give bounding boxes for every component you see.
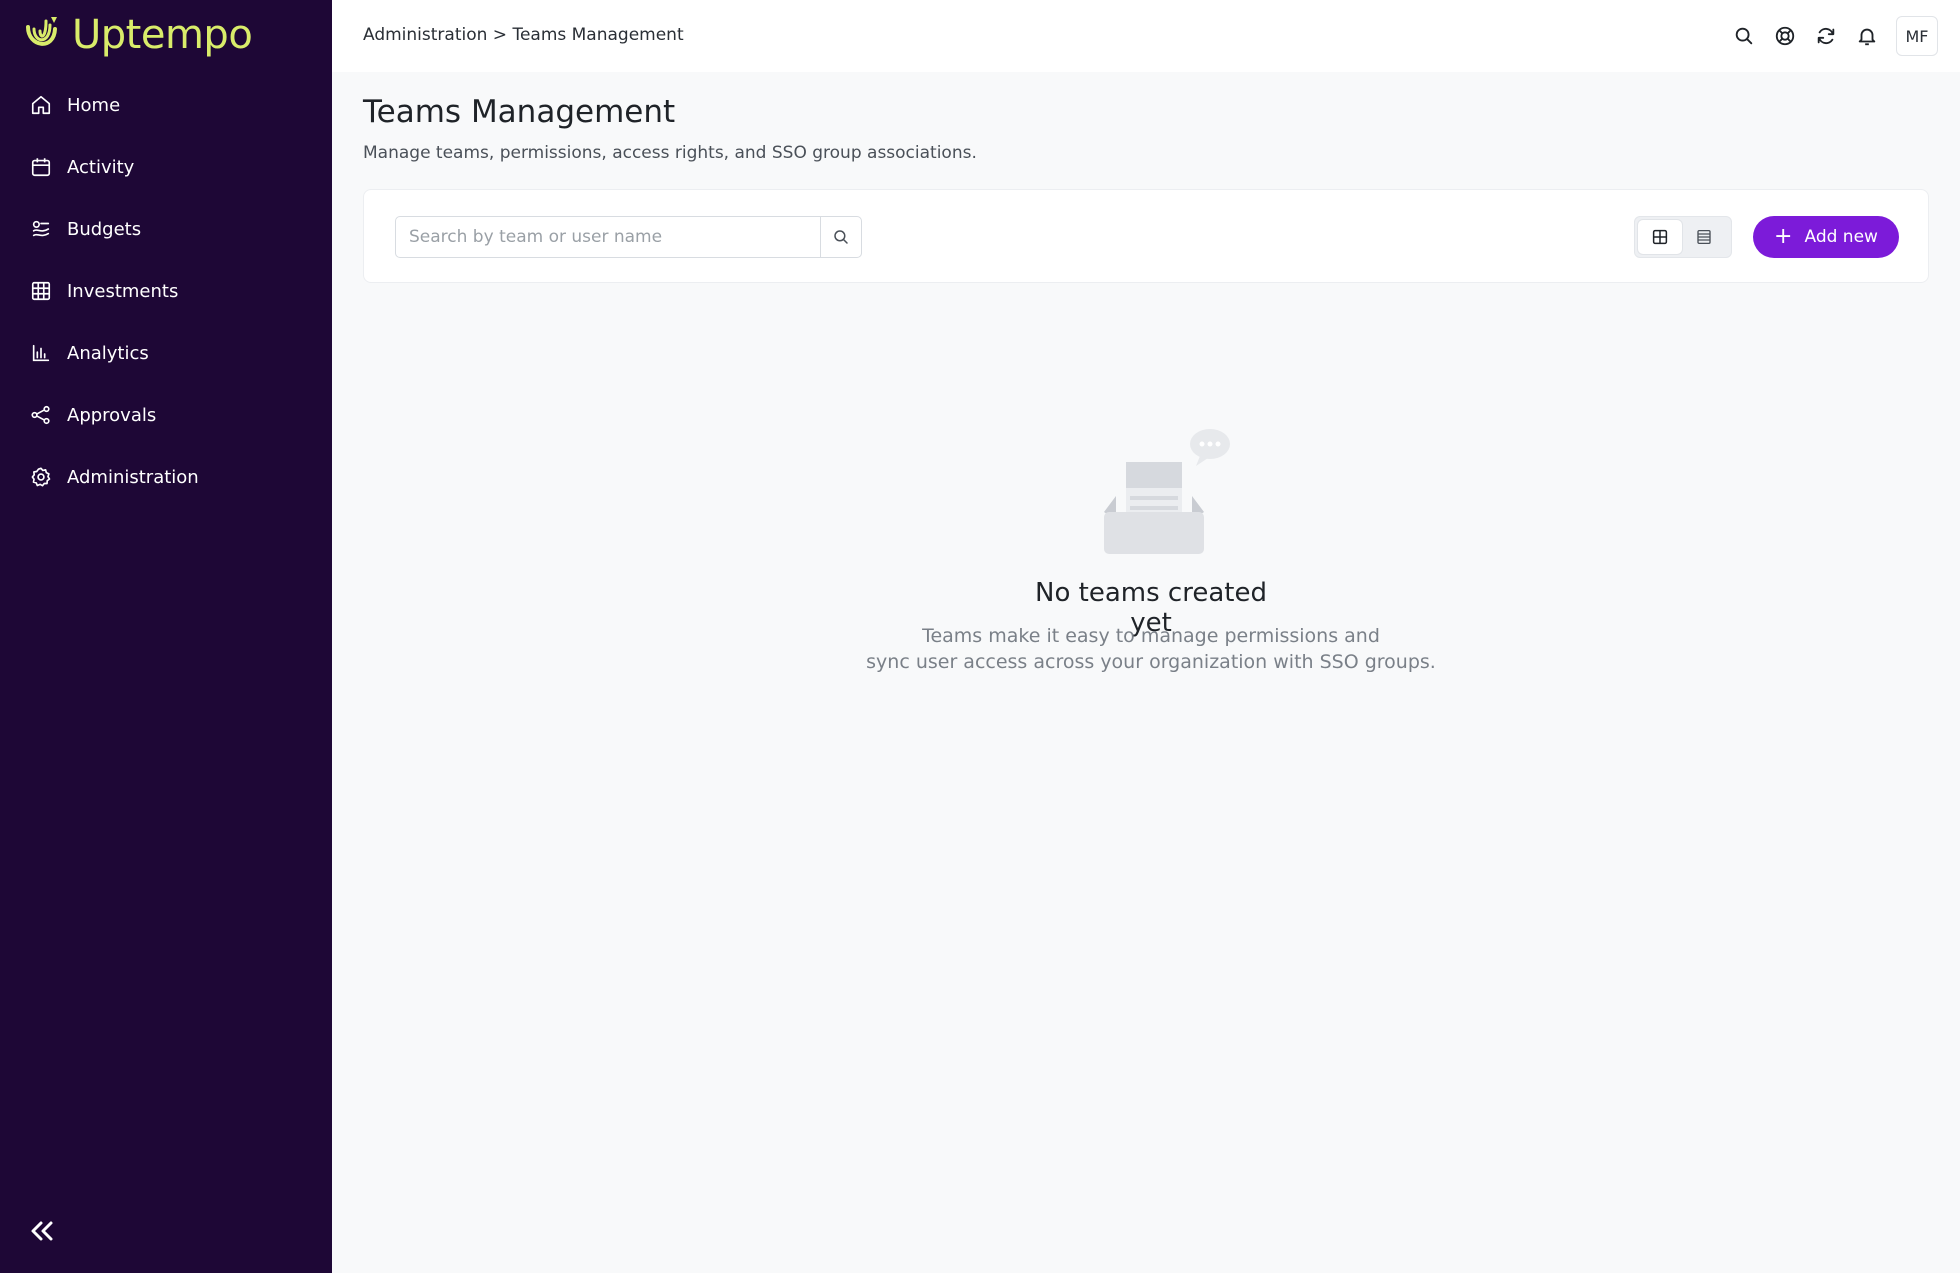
home-icon: [30, 94, 52, 116]
empty-inbox-icon: [1104, 429, 1230, 554]
search-icon: [834, 230, 848, 244]
search-icon[interactable]: [1732, 24, 1756, 48]
empty-inbox-illustration: [1096, 424, 1236, 556]
toolbar-card: + Add new: [363, 189, 1929, 283]
sidebar-item-investments[interactable]: Investments: [0, 260, 332, 322]
top-bar: Administration > Teams Management MF: [332, 0, 1960, 72]
gear-icon: [30, 466, 52, 488]
add-new-button[interactable]: + Add new: [1753, 216, 1899, 258]
header-actions: MF: [1715, 16, 1938, 56]
sidebar-item-label: Administration: [67, 466, 199, 488]
calendar-icon: [30, 156, 52, 178]
sidebar-item-budgets[interactable]: Budgets: [0, 198, 332, 260]
empty-state-text-line-1: Teams make it easy to manage permissions…: [922, 625, 1380, 647]
empty-state-text-line-2: sync user access across your organizatio…: [866, 651, 1436, 673]
uptempo-logo-icon: [26, 17, 57, 46]
brand-name: Uptempo: [72, 12, 253, 58]
sidebar-item-home[interactable]: Home: [0, 74, 332, 136]
table-grid-icon: [30, 280, 52, 302]
uptempo-logo[interactable]: Uptempo: [24, 12, 253, 58]
bell-icon[interactable]: [1855, 24, 1879, 48]
search-button[interactable]: [820, 217, 861, 257]
sidebar-item-label: Analytics: [67, 342, 149, 364]
double-chevron-left-icon: [31, 1221, 53, 1241]
help-lifebuoy-icon[interactable]: [1773, 24, 1797, 48]
grid-view-icon: [1652, 229, 1668, 245]
collapse-sidebar-button[interactable]: [28, 1218, 56, 1244]
sidebar-item-label: Investments: [67, 280, 179, 302]
page-subtitle: Manage teams, permissions, access rights…: [363, 143, 977, 163]
list-view-icon: [1697, 229, 1711, 245]
add-new-label: Add new: [1804, 227, 1878, 247]
breadcrumb: Administration > Teams Management: [363, 25, 684, 45]
share-nodes-icon: [30, 404, 52, 426]
refresh-icon[interactable]: [1814, 24, 1838, 48]
sidebar-item-administration[interactable]: Administration: [0, 446, 332, 508]
search-input[interactable]: [396, 217, 820, 257]
sidebar-item-label: Home: [67, 94, 121, 116]
sidebar-nav: Home Activity Budgets Investments Analyt…: [0, 74, 332, 508]
search-box: [395, 216, 862, 258]
user-avatar[interactable]: MF: [1896, 16, 1938, 56]
sidebar-item-label: Approvals: [67, 404, 157, 426]
sidebar-item-approvals[interactable]: Approvals: [0, 384, 332, 446]
sidebar-item-label: Activity: [67, 156, 135, 178]
bar-chart-icon: [30, 342, 52, 364]
empty-state-text: Teams make it easy to manage permissions…: [862, 623, 1440, 675]
sidebar: Uptempo Home Activity Budgets Investment…: [0, 0, 332, 1273]
sidebar-item-analytics[interactable]: Analytics: [0, 322, 332, 384]
page-title: Teams Management: [363, 94, 676, 130]
sidebar-item-label: Budgets: [67, 218, 142, 240]
plus-icon: +: [1774, 224, 1793, 249]
list-view-button[interactable]: [1682, 220, 1726, 254]
sidebar-item-activity[interactable]: Activity: [0, 136, 332, 198]
grid-view-button[interactable]: [1638, 220, 1682, 254]
budgets-icon: [30, 218, 52, 240]
view-toggle: [1634, 216, 1732, 258]
